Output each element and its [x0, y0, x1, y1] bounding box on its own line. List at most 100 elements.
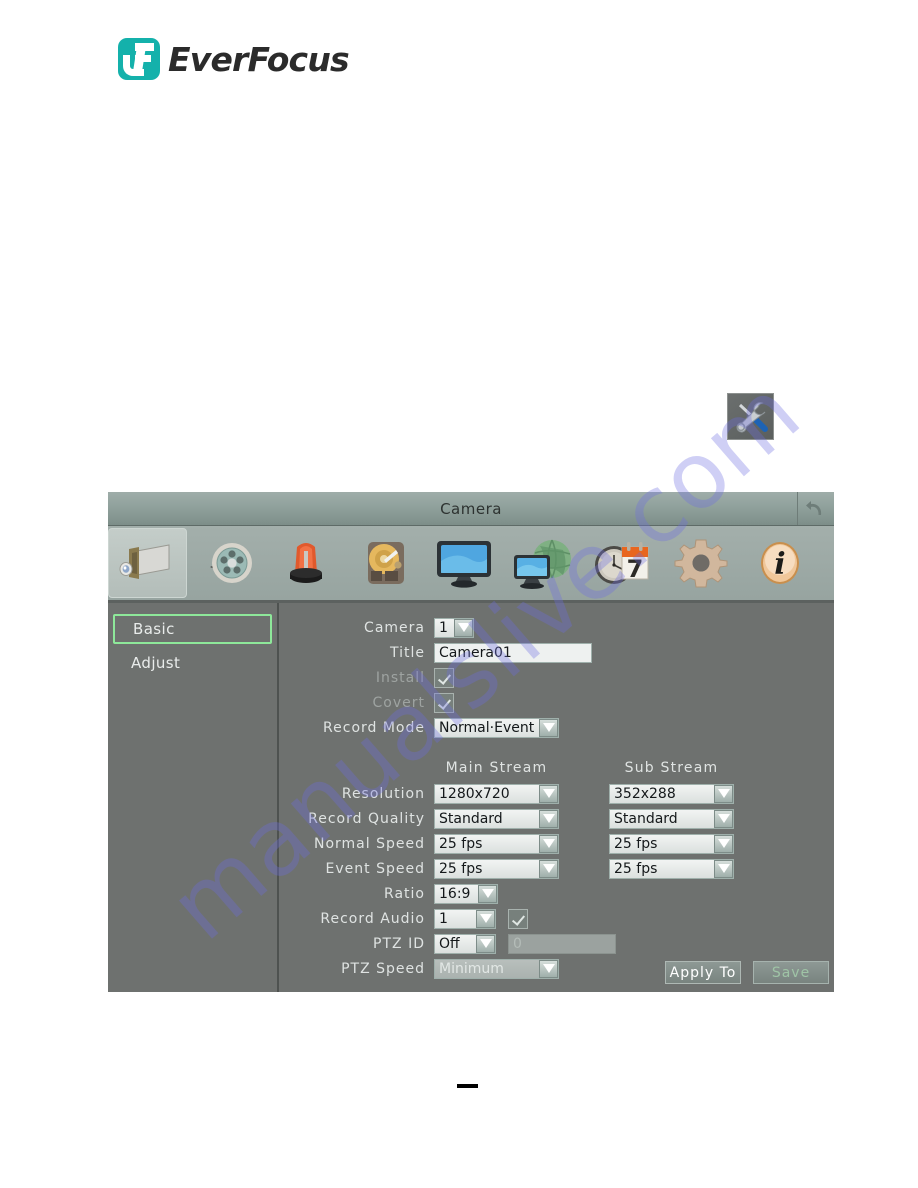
record-mode-select[interactable]: Normal·Event: [434, 717, 559, 738]
dvr-settings-window: Camera 7 i Basic Adjust Camera 1 Title C…: [108, 492, 834, 992]
ptz-speed-select[interactable]: Minimum: [434, 958, 559, 979]
page-number-dash: [457, 1084, 478, 1088]
toolbar-item-record[interactable]: [187, 528, 266, 598]
row-record-mode: Record Mode Normal·Event: [279, 715, 834, 740]
covert-checkbox[interactable]: [434, 692, 454, 713]
row-record-audio: Record Audio 1: [279, 906, 834, 931]
chevron-down-icon[interactable]: [476, 909, 495, 928]
row-record-quality: Record Quality Standard Standard: [279, 806, 834, 831]
sidebar-item-basic[interactable]: Basic: [113, 614, 272, 644]
ratio-label: Ratio: [384, 885, 425, 902]
toolbar-item-disk[interactable]: [345, 528, 424, 598]
toolbar-item-information[interactable]: i: [740, 528, 819, 598]
chevron-down-icon[interactable]: [539, 834, 558, 853]
sidebar-item-adjust[interactable]: Adjust: [113, 648, 272, 678]
sidebar-item-label: Basic: [133, 620, 175, 638]
resolution-sub-value: 352x288: [614, 785, 676, 802]
toolbar-item-system[interactable]: [661, 528, 740, 598]
record-quality-sub-select[interactable]: Standard: [609, 808, 734, 829]
toolbar-item-network[interactable]: [503, 528, 582, 598]
toolbar-item-datetime[interactable]: 7: [582, 528, 661, 598]
row-covert: Covert: [279, 690, 834, 715]
row-event-speed: Event Speed 25 fps 25 fps: [279, 856, 834, 881]
record-quality-label: Record Quality: [308, 810, 425, 827]
ratio-select[interactable]: 16:9: [434, 883, 498, 904]
row-title: Title Camera01: [279, 640, 834, 665]
window-body: Basic Adjust Camera 1 Title Camera01 Ins…: [108, 603, 834, 992]
chevron-down-icon[interactable]: [478, 884, 497, 903]
install-checkbox[interactable]: [434, 667, 454, 688]
resolution-main-value: 1280x720: [439, 785, 510, 802]
record-mode-value: Normal·Event: [439, 719, 535, 736]
row-normal-speed: Normal Speed 25 fps 25 fps: [279, 831, 834, 856]
apply-to-button[interactable]: Apply To: [665, 961, 741, 984]
record-quality-sub-value: Standard: [614, 810, 678, 827]
chevron-down-icon[interactable]: [454, 618, 473, 637]
svg-text:7: 7: [626, 555, 643, 583]
chevron-down-icon[interactable]: [539, 784, 558, 803]
record-audio-checkbox[interactable]: [508, 908, 528, 929]
resolution-main-select[interactable]: 1280x720: [434, 783, 559, 804]
camera-select[interactable]: 1: [434, 617, 474, 638]
row-install: Install: [279, 665, 834, 690]
module-toolbar: 7 i: [108, 526, 834, 603]
toolbar-item-display[interactable]: [424, 528, 503, 598]
chevron-down-icon[interactable]: [539, 809, 558, 828]
ptz-id-select[interactable]: Off: [434, 933, 496, 954]
everfocus-logo-text: EverFocus: [168, 39, 350, 79]
chevron-down-icon[interactable]: [714, 784, 733, 803]
ptz-id-value: Off: [439, 935, 460, 952]
resolution-sub-select[interactable]: 352x288: [609, 783, 734, 804]
record-audio-label: Record Audio: [320, 910, 425, 927]
everfocus-logo-mark: [118, 38, 160, 80]
ptz-speed-value: Minimum: [439, 960, 504, 977]
row-ptz-id: PTZ ID Off 0: [279, 931, 834, 956]
record-audio-value: 1: [439, 910, 448, 927]
ptz-id-input[interactable]: 0: [508, 933, 616, 954]
row-resolution: Resolution 1280x720 352x288: [279, 781, 834, 806]
toolbar-item-camera[interactable]: [108, 528, 187, 598]
camera-label: Camera: [364, 619, 425, 636]
event-speed-main-select[interactable]: 25 fps: [434, 858, 559, 879]
chevron-down-icon[interactable]: [539, 959, 558, 978]
camera-select-value: 1: [439, 619, 448, 636]
chevron-down-icon[interactable]: [539, 718, 558, 737]
back-arrow-icon[interactable]: [797, 492, 834, 525]
title-label: Title: [389, 644, 425, 661]
window-title: Camera: [440, 499, 502, 518]
sidebar-item-label: Adjust: [131, 654, 181, 672]
record-quality-main-select[interactable]: Standard: [434, 808, 559, 829]
row-ratio: Ratio 16:9: [279, 881, 834, 906]
sub-stream-header: Sub Stream: [624, 760, 719, 776]
event-speed-main-value: 25 fps: [439, 860, 483, 877]
svg-text:i: i: [774, 547, 785, 582]
resolution-label: Resolution: [341, 785, 425, 802]
normal-speed-main-value: 25 fps: [439, 835, 483, 852]
settings-content: Camera 1 Title Camera01 Install Covert R…: [279, 603, 834, 992]
ptz-id-label: PTZ ID: [373, 935, 425, 952]
record-audio-select[interactable]: 1: [434, 908, 496, 929]
save-button[interactable]: Save: [753, 961, 829, 984]
action-buttons: Apply To Save: [665, 961, 829, 984]
chevron-down-icon[interactable]: [476, 934, 495, 953]
normal-speed-sub-select[interactable]: 25 fps: [609, 833, 734, 854]
event-speed-label: Event Speed: [325, 860, 425, 877]
covert-label: Covert: [372, 694, 425, 711]
main-stream-header: Main Stream: [445, 760, 548, 776]
event-speed-sub-value: 25 fps: [614, 860, 658, 877]
settings-sidebar: Basic Adjust: [108, 603, 279, 992]
normal-speed-label: Normal Speed: [314, 835, 425, 852]
ratio-value: 16:9: [439, 885, 471, 902]
toolbar-item-alarm[interactable]: [266, 528, 345, 598]
window-titlebar: Camera: [108, 492, 834, 526]
normal-speed-main-select[interactable]: 25 fps: [434, 833, 559, 854]
chevron-down-icon[interactable]: [714, 859, 733, 878]
chevron-down-icon[interactable]: [714, 809, 733, 828]
ptz-speed-label: PTZ Speed: [341, 960, 425, 977]
chevron-down-icon[interactable]: [539, 859, 558, 878]
chevron-down-icon[interactable]: [714, 834, 733, 853]
everfocus-logo: EverFocus: [118, 38, 350, 80]
row-camera: Camera 1: [279, 615, 834, 640]
event-speed-sub-select[interactable]: 25 fps: [609, 858, 734, 879]
title-input[interactable]: Camera01: [434, 642, 592, 663]
